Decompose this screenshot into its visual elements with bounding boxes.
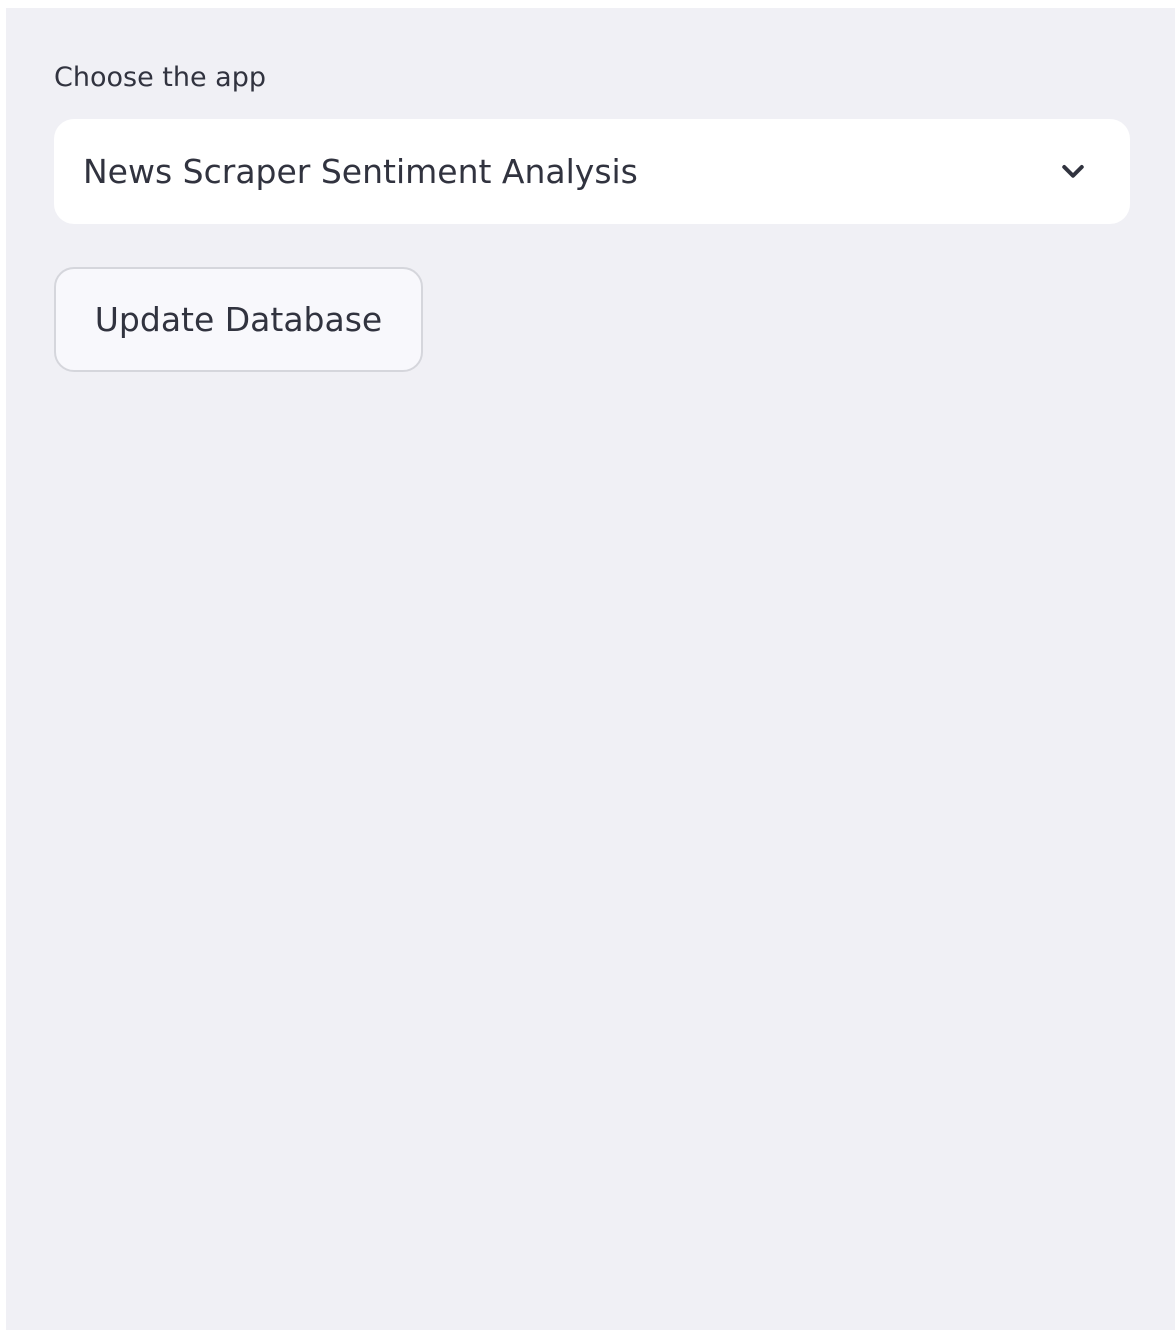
chevron-down-icon[interactable] [1058, 157, 1088, 187]
app-select-dropdown[interactable]: News Scraper Sentiment Analysis [54, 119, 1130, 224]
app-select-value: News Scraper Sentiment Analysis [83, 152, 638, 191]
sidebar: Choose the app News Scraper Sentiment An… [6, 8, 1175, 1330]
update-database-button[interactable]: Update Database [54, 267, 423, 372]
app-select-label: Choose the app [54, 62, 266, 93]
